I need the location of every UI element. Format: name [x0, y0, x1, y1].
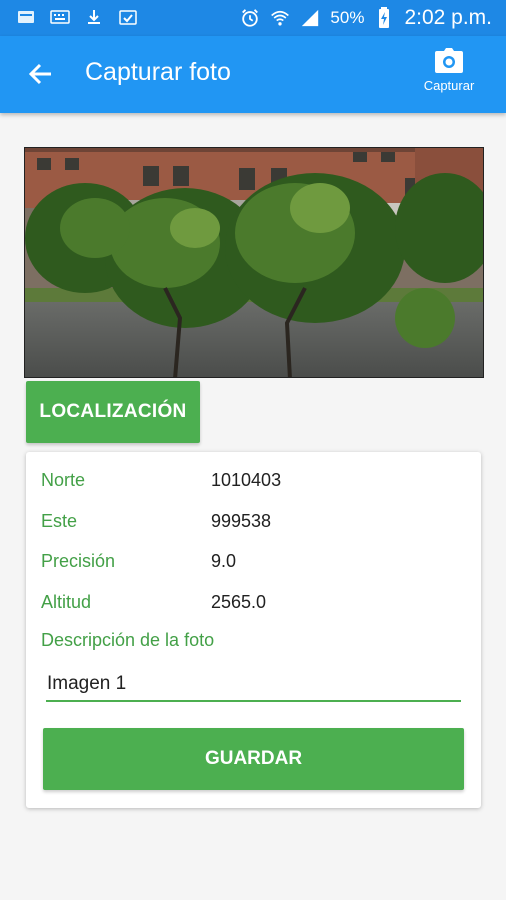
- field-label: Este: [41, 510, 78, 531]
- battery-charging-icon: [374, 7, 394, 28]
- location-button[interactable]: LOCALIZACIÓN: [26, 381, 200, 443]
- field-value: 999538: [211, 510, 272, 531]
- field-precision: Precisión 9.0: [41, 548, 461, 574]
- field-label: Norte: [41, 469, 86, 490]
- field-norte: Norte 1010403: [41, 467, 461, 493]
- description-input[interactable]: [46, 668, 461, 702]
- location-card: Norte 1010403 Este 999538 Precisión 9.0 …: [26, 452, 481, 808]
- field-value: 1010403: [211, 469, 282, 490]
- field-altitud: Altitud 2565.0: [41, 589, 461, 615]
- download-icon: [84, 7, 104, 27]
- arrow-back-icon: [28, 63, 51, 85]
- signal-icon: [300, 8, 320, 28]
- field-label: Precisión: [41, 550, 116, 571]
- clipboard-check-icon: [118, 7, 138, 27]
- battery-percent: 50%: [330, 8, 365, 27]
- keyboard-icon: [50, 7, 70, 27]
- field-value: 2565.0: [211, 591, 267, 612]
- field-label: Altitud: [41, 591, 92, 612]
- notification-icon: [16, 7, 36, 27]
- status-bar-system: 50% 2:02 p.m.: [240, 4, 492, 32]
- field-este: Este 999538: [41, 508, 461, 534]
- capture-button[interactable]: Capturar: [414, 48, 484, 104]
- status-bar: 50% 2:02 p.m.: [0, 0, 506, 36]
- app-bar: Capturar foto Capturar: [0, 36, 506, 113]
- wifi-icon: [270, 8, 290, 28]
- camera-icon: [435, 48, 463, 73]
- save-button[interactable]: GUARDAR: [43, 728, 464, 790]
- back-button[interactable]: [22, 56, 58, 92]
- status-bar-notifications: [16, 7, 138, 27]
- description-label: Descripción de la foto: [41, 630, 215, 650]
- page-title: Capturar foto: [85, 58, 231, 86]
- captured-photo: [24, 147, 484, 378]
- alarm-icon: [240, 8, 260, 28]
- status-time: 2:02 p.m.: [404, 6, 492, 29]
- field-value: 9.0: [211, 550, 237, 571]
- capture-label: Capturar: [423, 78, 475, 93]
